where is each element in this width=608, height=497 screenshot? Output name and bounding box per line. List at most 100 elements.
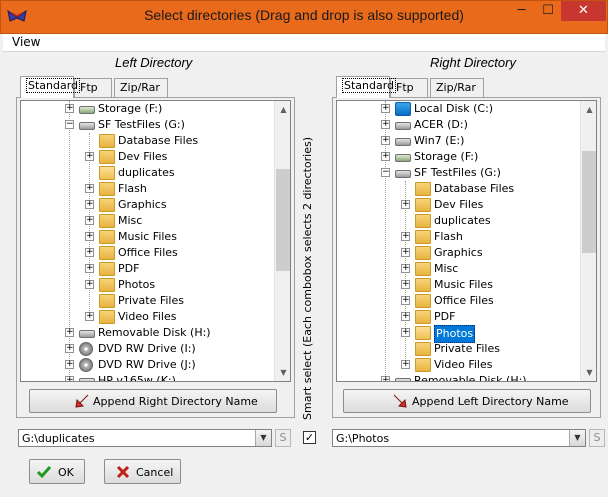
expand-icon[interactable]: + [401,312,410,321]
scroll-thumb[interactable] [582,151,596,253]
left-directory-tree[interactable]: + Storage (F:) − SF TestFiles (G:) Database … [20,100,291,382]
append-right-directory-button[interactable]: Append Right Directory Name [29,389,277,413]
expand-icon[interactable]: + [401,296,410,305]
expand-icon[interactable]: + [381,120,390,129]
left-tab-standard[interactable]: Standard [20,76,81,98]
left-tab-ziprar[interactable]: Zip/Rar [114,78,168,98]
tree-node[interactable]: − SF TestFiles (G:) [337,165,587,181]
menu-view[interactable]: View [12,35,40,49]
smart-select-checkbox[interactable]: ✓ [303,431,316,444]
right-tab-ziprar[interactable]: Zip/Rar [430,78,484,98]
collapse-icon[interactable]: − [65,120,74,129]
append-left-directory-button[interactable]: Append Left Directory Name [343,389,591,413]
tree-node[interactable]: + Photos [337,325,587,343]
tree-node[interactable]: duplicates [21,165,271,181]
tree-node[interactable]: duplicates [337,213,587,229]
expand-icon[interactable]: + [65,376,74,381]
scroll-down-icon[interactable]: ▼ [581,364,596,381]
tree-node[interactable]: + Removable Disk (H:) [337,373,587,381]
tree-node[interactable]: + Storage (F:) [337,149,587,165]
tree-node[interactable]: + Win7 (E:) [337,133,587,149]
tree-node[interactable]: Private Files [337,341,587,357]
tree-node[interactable]: + Office Files [337,293,587,309]
expand-icon[interactable]: + [381,104,390,113]
expand-icon[interactable]: + [85,280,94,289]
tree-node[interactable]: + Music Files [337,277,587,293]
left-tree-scrollbar[interactable]: ▲ ▼ [274,101,290,381]
expand-icon[interactable]: + [401,248,410,257]
right-tab-standard[interactable]: Standard [336,76,397,98]
expand-icon[interactable]: + [401,360,410,369]
chevron-down-icon[interactable]: ▼ [255,430,271,446]
tree-node[interactable]: + Misc [337,261,587,277]
scroll-up-icon[interactable]: ▲ [275,101,290,118]
tree-node[interactable]: + HP v165w (K:) [21,373,271,382]
scroll-thumb[interactable] [276,169,290,271]
right-s-button[interactable]: S [589,429,605,447]
tree-node[interactable]: + Flash [21,181,271,197]
close-button[interactable]: ✕ [561,1,606,21]
tree-node[interactable]: + Dev Files [21,149,271,165]
maximize-button[interactable]: ☐ [535,1,561,21]
tree-node[interactable]: + Photos [21,277,271,293]
expand-icon[interactable]: + [381,376,390,381]
expand-icon[interactable]: + [401,264,410,273]
tree-node[interactable]: + PDF [21,261,271,277]
tree-node[interactable]: + Flash [337,229,587,245]
expand-icon[interactable]: + [85,232,94,241]
tree-node[interactable]: + Office Files [21,245,271,261]
expand-icon[interactable]: + [85,152,94,161]
append-left-label: Append Left Directory Name [412,395,569,408]
tree-node[interactable]: + DVD RW Drive (J:) [21,357,271,373]
chevron-down-icon[interactable]: ▼ [569,430,585,446]
tree-node[interactable]: Private Files [21,293,271,309]
expand-icon[interactable]: + [85,248,94,257]
expand-icon[interactable]: + [85,264,94,273]
expand-icon[interactable]: + [65,328,74,337]
cancel-button[interactable]: Cancel [104,459,181,484]
tree-node[interactable]: Database Files [21,133,271,149]
expand-icon[interactable]: + [85,184,94,193]
tree-node[interactable]: + ACER (D:) [337,117,587,133]
tree-node[interactable]: + Video Files [21,309,271,325]
tree-node[interactable]: + PDF [337,309,587,325]
tree-node[interactable]: + Video Files [337,357,587,373]
scroll-up-icon[interactable]: ▲ [581,101,596,118]
left-s-button[interactable]: S [275,429,291,447]
tree-node[interactable]: + Music Files [21,229,271,245]
right-directory-tree[interactable]: + Local Disk (C:) + ACER (D:) + Win7 (E:) + Sto… [336,100,597,382]
right-path-combobox[interactable]: G:\Photos ▼ [332,429,586,447]
expand-icon[interactable]: + [65,360,74,369]
tree-node-label: HP v165w (K:) [98,374,176,382]
tree-node[interactable]: − SF TestFiles (G:) [21,117,271,133]
right-tree-scrollbar[interactable]: ▲ ▼ [580,101,596,381]
expand-icon[interactable]: + [381,136,390,145]
ok-button[interactable]: OK [29,459,85,484]
minimize-button[interactable]: ─ [508,1,535,21]
expand-icon[interactable]: + [85,312,94,321]
tree-node[interactable]: + DVD RW Drive (I:) [21,341,271,357]
expand-icon[interactable]: + [85,200,94,209]
left-path-combobox[interactable]: G:\duplicates ▼ [18,429,272,447]
expand-icon[interactable]: + [65,104,74,113]
scroll-down-icon[interactable]: ▼ [275,364,290,381]
tree-node[interactable]: + Graphics [337,245,587,261]
expand-icon[interactable]: + [401,280,410,289]
expand-icon[interactable]: + [401,200,410,209]
tree-node-label: Misc [434,262,459,275]
collapse-icon[interactable]: − [381,168,390,177]
tree-node[interactable]: + Graphics [21,197,271,213]
tree-node[interactable]: + Local Disk (C:) [337,101,587,117]
expand-icon[interactable]: + [85,216,94,225]
tree-node[interactable]: + Removable Disk (H:) [21,325,271,341]
folder-icon [99,278,115,292]
expand-icon[interactable]: + [401,328,410,337]
expand-icon[interactable]: + [381,152,390,161]
tree-node[interactable]: + Storage (F:) [21,101,271,117]
tree-node[interactable]: Database Files [337,181,587,197]
folder-icon [415,262,431,276]
tree-node[interactable]: + Misc [21,213,271,229]
expand-icon[interactable]: + [65,344,74,353]
tree-node[interactable]: + Dev Files [337,197,587,213]
expand-icon[interactable]: + [401,232,410,241]
